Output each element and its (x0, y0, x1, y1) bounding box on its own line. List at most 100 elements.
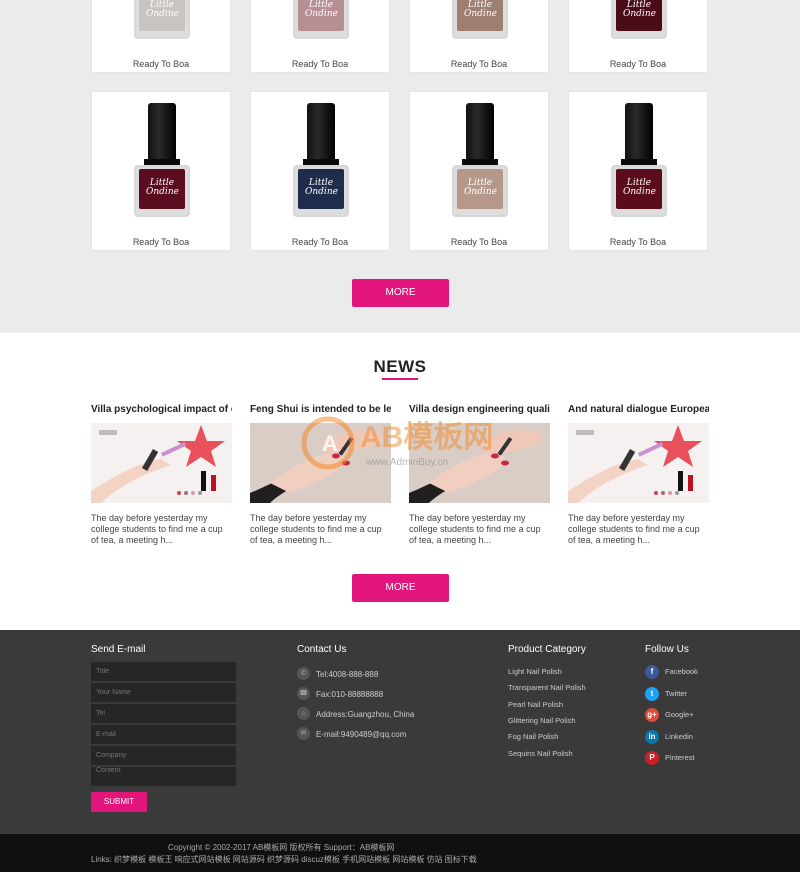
location-icon: ⌂ (297, 707, 310, 720)
fax-icon: ☎ (297, 687, 310, 700)
email-field-content[interactable] (91, 767, 236, 786)
contact-text: Address:Guangzhou, China (316, 710, 415, 719)
product-card[interactable]: Little Ondine Ready To Boa (409, 0, 549, 73)
news-heading-underline (382, 378, 418, 380)
product-section: Little Ondine Ready To Boa Little Ondine Re… (0, 0, 800, 333)
news-excerpt: The day before yesterday my college stud… (409, 513, 541, 545)
nail-polish-bottle: Little Ondine (452, 0, 508, 39)
product-image[interactable]: Little Ondine Ready To Boa (92, 0, 230, 74)
contact-text: E-mail:9490489@qq.com (316, 730, 407, 739)
news-image[interactable] (568, 423, 709, 503)
product-caption[interactable]: Ready To Boa (251, 59, 389, 69)
bottle-label: Little Ondine (305, 0, 338, 19)
news-image[interactable] (409, 423, 550, 503)
bottle-label: Little Ondine (623, 0, 656, 19)
product-caption[interactable]: Ready To Boa (410, 59, 548, 69)
news-excerpt: The day before yesterday my college stud… (568, 513, 700, 545)
email-field-company[interactable] (91, 746, 236, 765)
submit-button[interactable]: SUBMIT (91, 792, 147, 812)
product-card[interactable]: Little Ondine Ready To Boa (250, 91, 390, 251)
product-caption[interactable]: Ready To Boa (251, 237, 389, 247)
product-image[interactable]: Little Ondine Ready To Boa (251, 92, 389, 252)
google-icon[interactable]: g+ (645, 708, 659, 723)
copyright-text: Copyright © 2002-2017 AB模板网 版权所有 Support… (168, 843, 395, 852)
nail-polish-bottle: Little Ondine (293, 103, 349, 217)
nail-polish-bottle: Little Ondine (134, 0, 190, 39)
news-title[interactable]: And natural dialogue European (568, 404, 709, 418)
linkedin-icon[interactable]: in (645, 729, 659, 744)
category-link[interactable]: Light Nail Polish (508, 667, 562, 676)
product-card[interactable]: Little Ondine Ready To Boa (568, 0, 708, 73)
follow-title: Follow Us (645, 644, 689, 655)
news-heading: NEWS (373, 357, 427, 376)
category-title: Product Category (508, 644, 586, 655)
twitter-icon[interactable]: t (645, 686, 659, 701)
bottle-label: Little Ondine (464, 178, 497, 197)
social-label[interactable]: Linkedin (665, 732, 693, 741)
nail-polish-bottle: Little Ondine (134, 103, 190, 217)
product-caption[interactable]: Ready To Boa (410, 237, 548, 247)
facebook-icon[interactable]: f (645, 665, 659, 679)
bottle-label: Little Ondine (464, 0, 497, 19)
email-field-your-name[interactable] (91, 683, 236, 702)
news-image[interactable] (91, 423, 232, 503)
send-email-title: Send E-mail (91, 644, 146, 655)
nail-polish-bottle: Little Ondine (293, 0, 349, 39)
news-item[interactable]: And natural dialogue European The day bef… (568, 404, 709, 545)
nail-polish-bottle: Little Ondine (611, 103, 667, 217)
social-label[interactable]: Pinterest (665, 753, 695, 762)
social-label[interactable]: Twitter (665, 689, 687, 698)
product-image[interactable]: Little Ondine Ready To Boa (410, 92, 548, 252)
phone-icon: ✆ (297, 667, 310, 680)
news-item[interactable]: Villa design engineering qualit The day b… (409, 404, 550, 545)
email-field-e-mail[interactable] (91, 725, 236, 744)
product-card[interactable]: Little Ondine Ready To Boa (568, 91, 708, 251)
pinterest-icon[interactable]: P (645, 751, 659, 766)
category-link[interactable]: Transparent Nail Polish (508, 683, 586, 692)
email-field-title[interactable] (91, 662, 236, 681)
product-caption[interactable]: Ready To Boa (92, 237, 230, 247)
product-caption[interactable]: Ready To Boa (569, 237, 707, 247)
category-link[interactable]: Glittering Nail Polish (508, 716, 576, 725)
contact-text: Tel:4008-888-888 (316, 670, 379, 679)
news-title[interactable]: Villa design engineering qualit (409, 404, 550, 418)
product-image[interactable]: Little Ondine Ready To Boa (410, 0, 548, 74)
copyright-bar: Copyright © 2002-2017 AB模板网 版权所有 Support… (0, 834, 800, 872)
site-footer: Send E-mail SUBMIT Contact Us ✆ Tel:4008-… (0, 630, 800, 834)
bottle-label: Little Ondine (146, 0, 179, 19)
product-card[interactable]: Little Ondine Ready To Boa (409, 91, 549, 251)
nail-polish-bottle: Little Ondine (452, 103, 508, 217)
bottle-label: Little Ondine (146, 178, 179, 197)
products-more-button[interactable]: MORE (352, 279, 449, 307)
category-link[interactable]: Sequins Nail Polish (508, 749, 573, 758)
bottle-label: Little Ondine (305, 178, 338, 197)
contact-text: Fax:010-88888888 (316, 690, 384, 699)
news-image[interactable] (250, 423, 391, 503)
news-title[interactable]: Villa psychological impact of c (91, 404, 232, 418)
product-image[interactable]: Little Ondine Ready To Boa (92, 92, 230, 252)
news-item[interactable]: Villa psychological impact of c The day b… (91, 404, 232, 545)
product-image[interactable]: Little Ondine Ready To Boa (569, 0, 707, 74)
contact-title: Contact Us (297, 644, 347, 655)
product-card[interactable]: Little Ondine Ready To Boa (91, 0, 231, 73)
product-image[interactable]: Little Ondine Ready To Boa (251, 0, 389, 74)
nail-polish-bottle: Little Ondine (611, 0, 667, 39)
product-caption[interactable]: Ready To Boa (92, 59, 230, 69)
product-card[interactable]: Little Ondine Ready To Boa (250, 0, 390, 73)
social-label[interactable]: Facebook (665, 667, 698, 676)
product-card[interactable]: Little Ondine Ready To Boa (91, 91, 231, 251)
email-field-tel[interactable] (91, 704, 236, 723)
friend-links[interactable]: Links: 织梦模板 模板王 响应式网站模板 网站源码 织梦源码 discuz… (91, 854, 477, 865)
product-image[interactable]: Little Ondine Ready To Boa (569, 92, 707, 252)
news-excerpt: The day before yesterday my college stud… (91, 513, 223, 545)
social-label[interactable]: Google+ (665, 710, 694, 719)
bottle-label: Little Ondine (623, 178, 656, 197)
news-excerpt: The day before yesterday my college stud… (250, 513, 382, 545)
category-link[interactable]: Fog Nail Polish (508, 732, 558, 741)
category-link[interactable]: Pearl Nail Polish (508, 700, 563, 709)
news-item[interactable]: Feng Shui is intended to be lei The day b… (250, 404, 391, 545)
news-title[interactable]: Feng Shui is intended to be lei (250, 404, 391, 418)
product-caption[interactable]: Ready To Boa (569, 59, 707, 69)
news-more-button[interactable]: MORE (352, 574, 449, 602)
mail-icon: ✉ (297, 727, 310, 740)
